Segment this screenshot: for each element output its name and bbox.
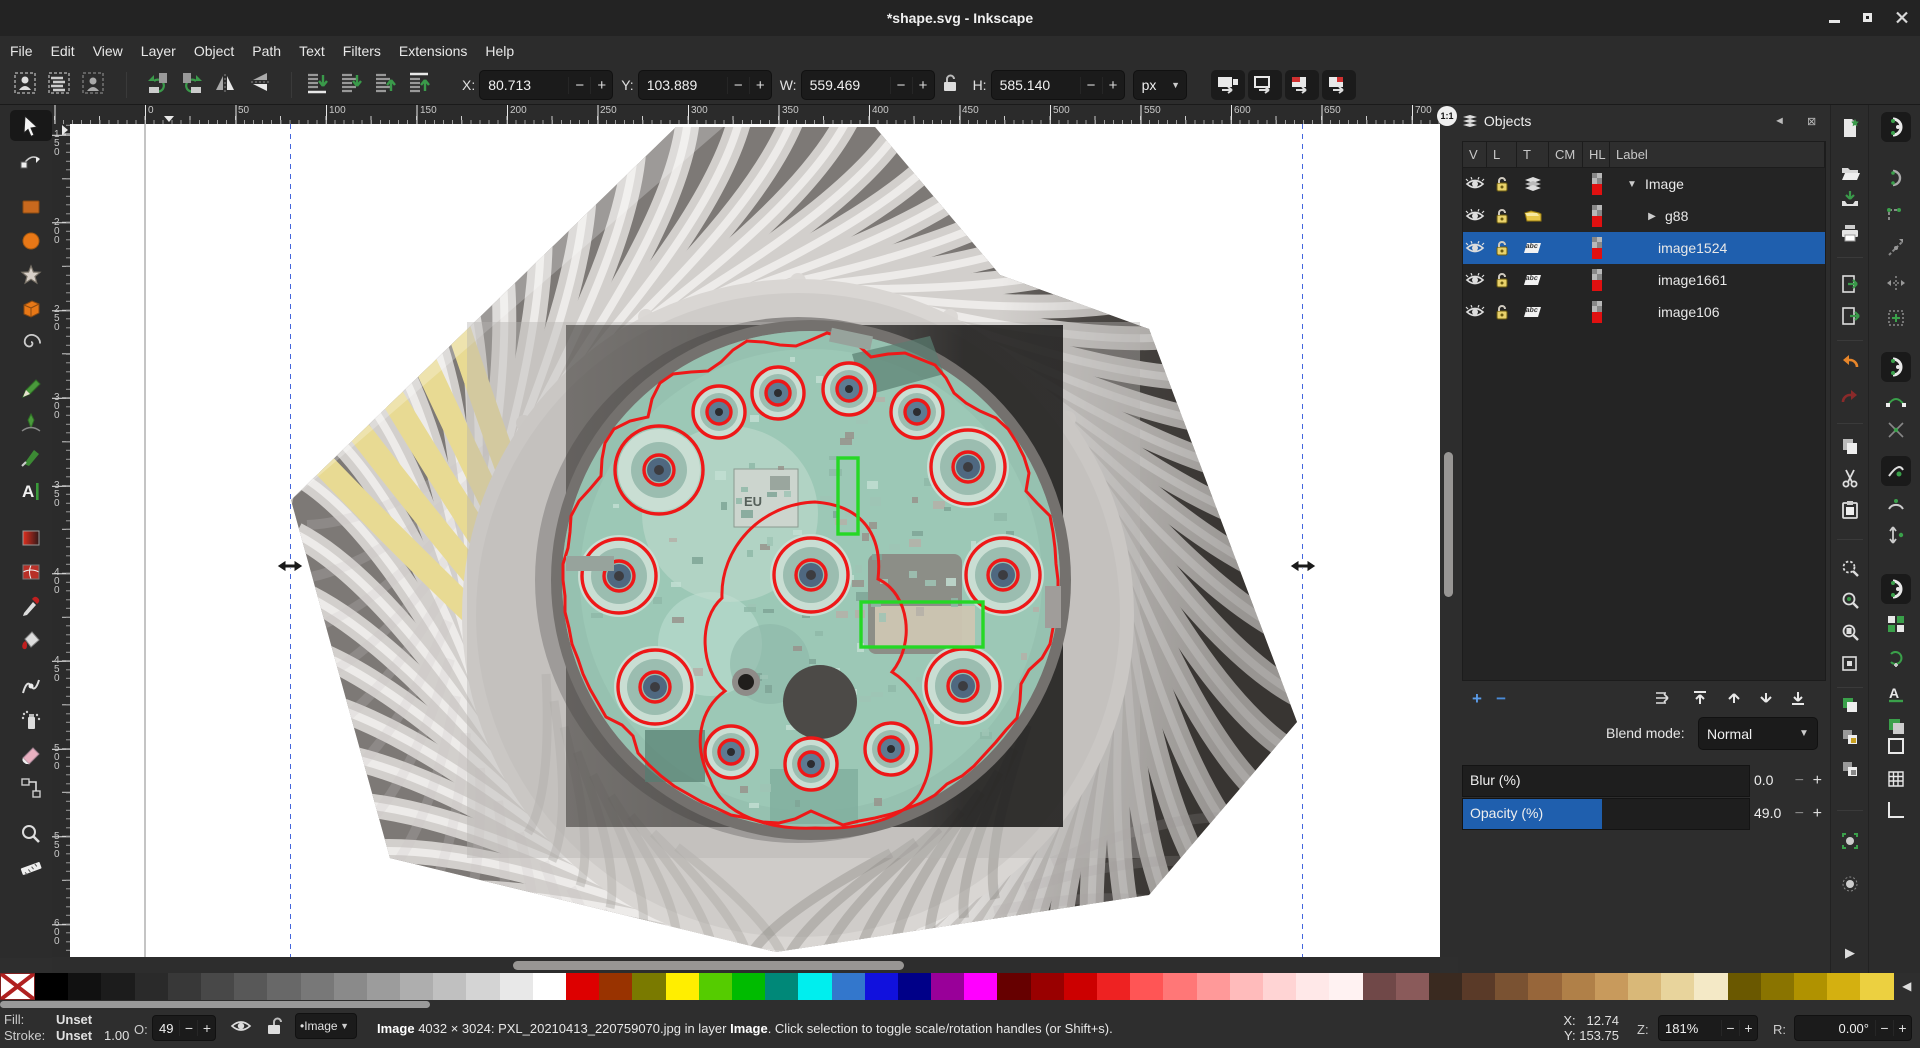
svg-text:A: A — [1889, 685, 1899, 701]
svg-text:EU: EU — [744, 494, 762, 509]
svg-text:abc: abc — [1525, 307, 1539, 314]
svg-text:abc: abc — [1525, 243, 1539, 250]
svg-text:abc: abc — [1525, 275, 1539, 282]
svg-text:A: A — [22, 482, 34, 501]
